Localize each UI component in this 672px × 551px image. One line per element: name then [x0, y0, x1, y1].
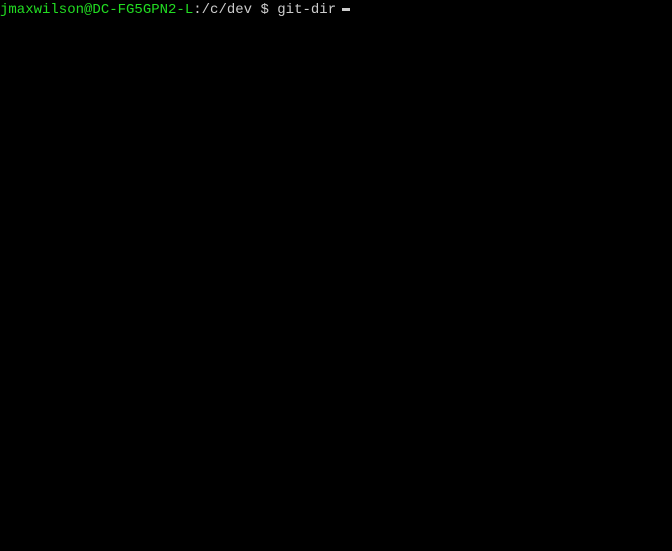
user-host: jmaxwilson@DC-FG5GPN2-L [0, 2, 193, 19]
prompt-symbol: $ [252, 2, 277, 19]
command-input[interactable]: git-dir [277, 2, 336, 19]
terminal-window[interactable]: jmaxwilson@DC-FG5GPN2-L:/c/dev $ git-dir [0, 0, 672, 551]
prompt-colon: : [193, 2, 201, 19]
current-path: /c/dev [202, 2, 252, 19]
prompt-line: jmaxwilson@DC-FG5GPN2-L:/c/dev $ git-dir [0, 2, 672, 19]
cursor-icon [342, 8, 350, 11]
